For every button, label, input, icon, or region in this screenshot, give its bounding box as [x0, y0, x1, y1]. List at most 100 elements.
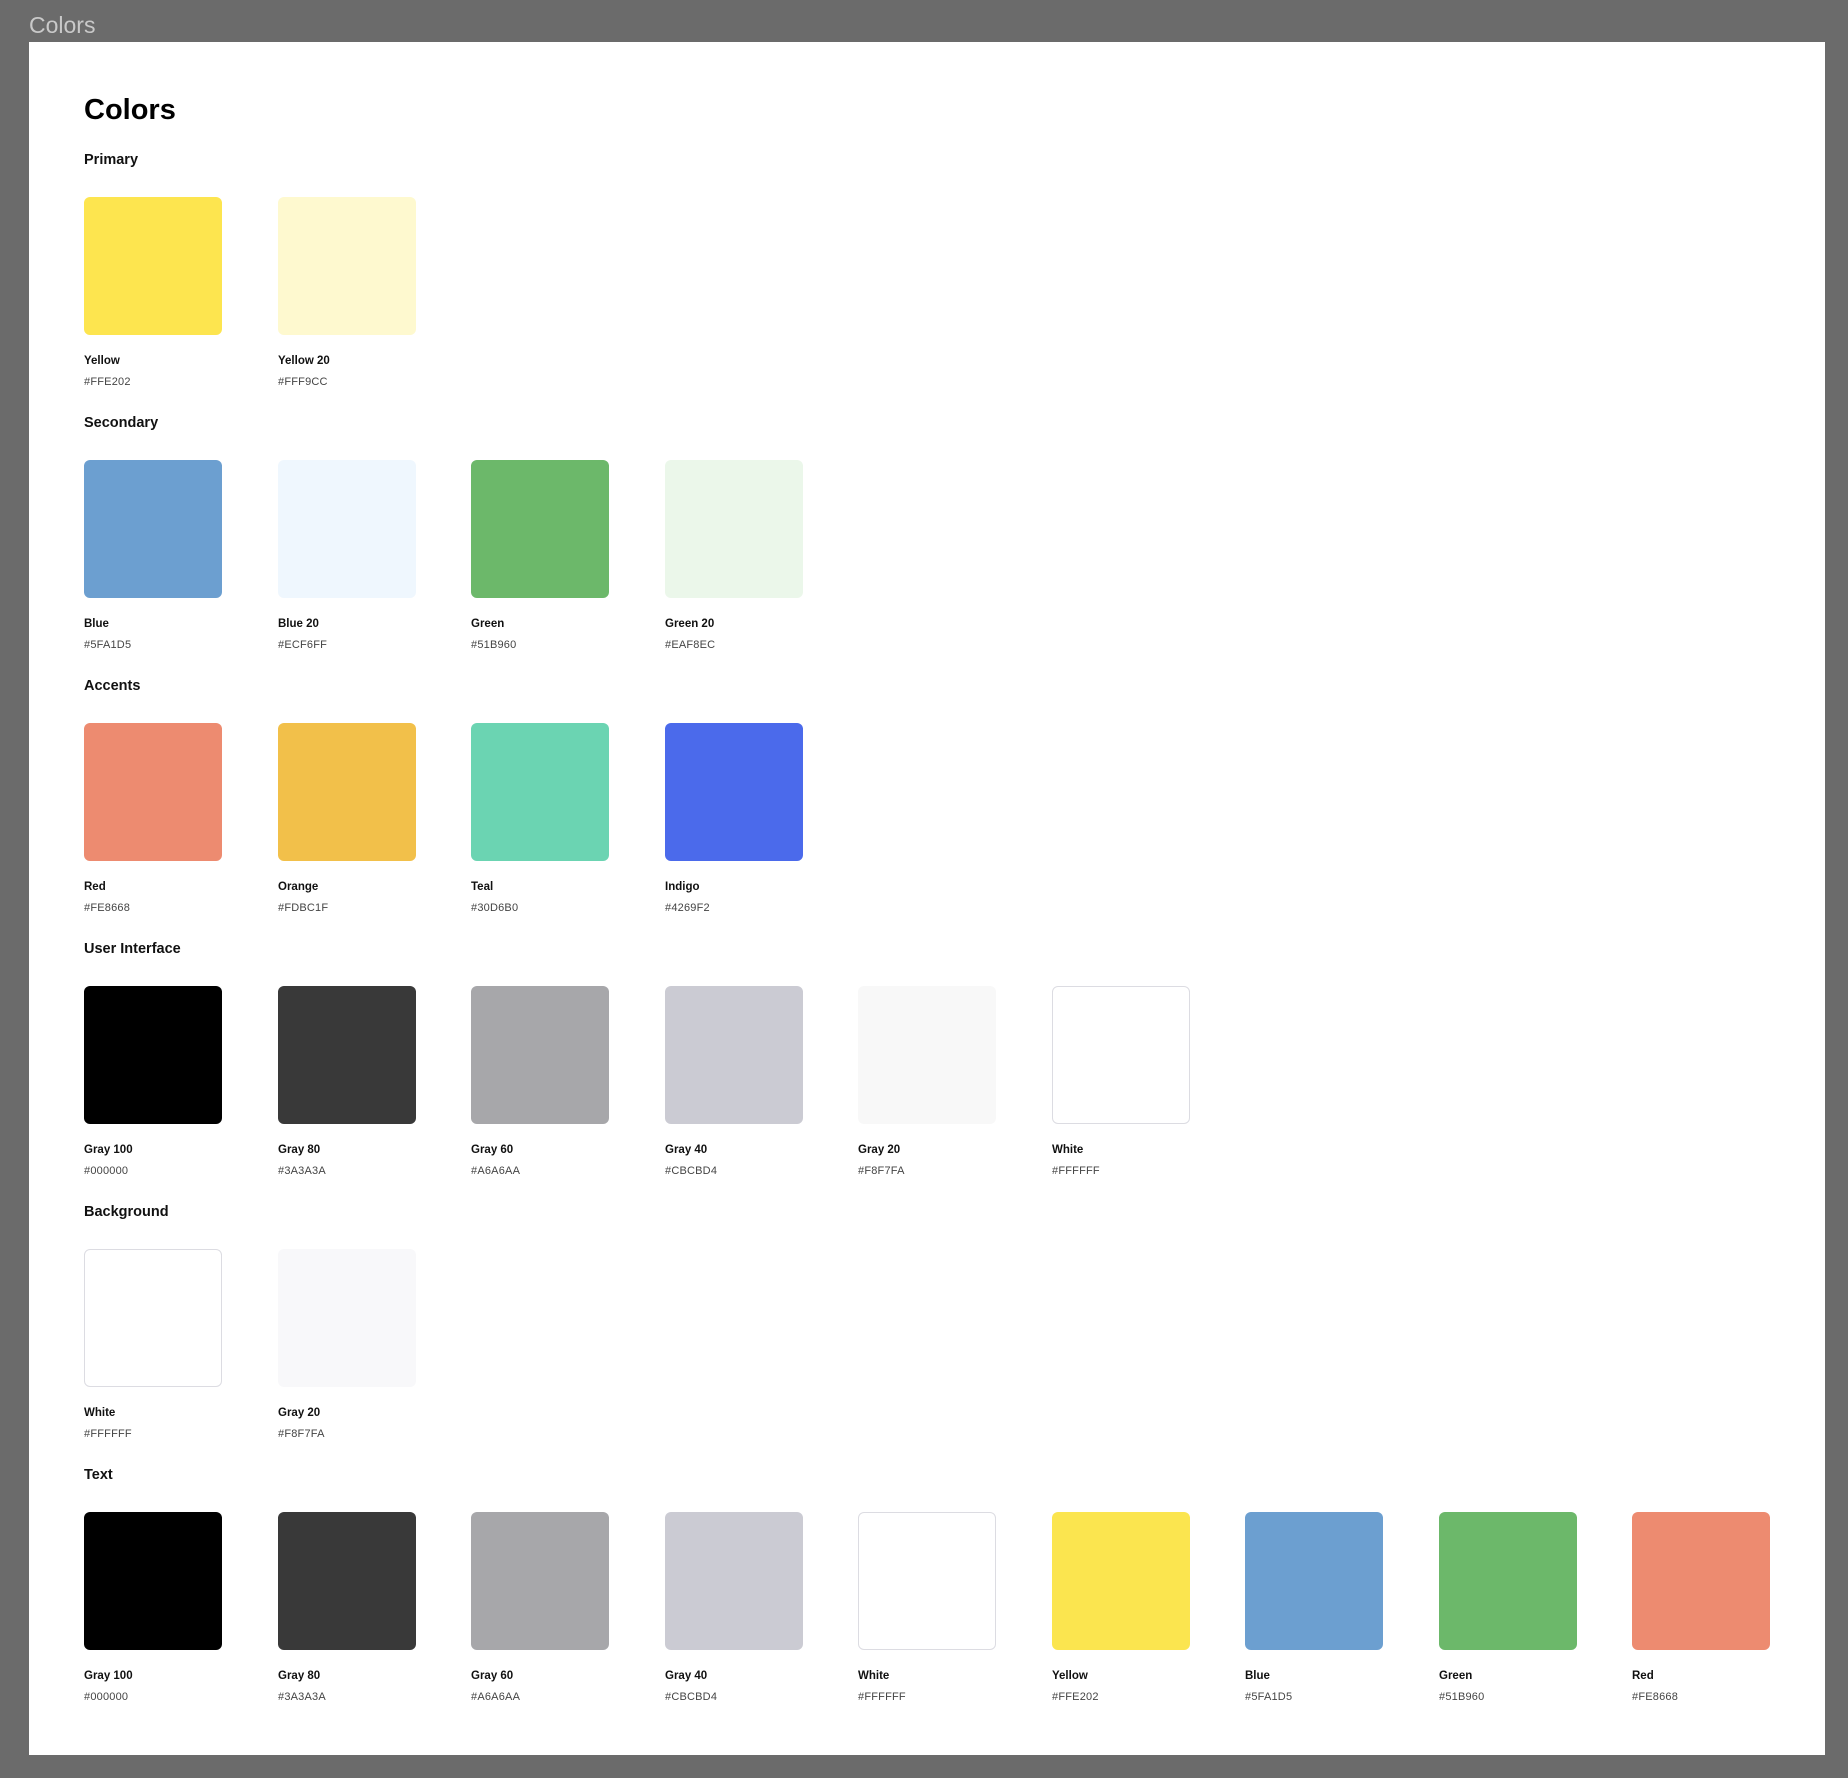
swatch-card[interactable]: Gray 20 #F8F7FA — [278, 1249, 418, 1440]
swatch-hex: #EAF8EC — [665, 639, 716, 651]
color-swatch — [665, 460, 803, 598]
section-heading-background: Background — [84, 1204, 169, 1220]
color-swatch — [278, 460, 416, 598]
swatch-card[interactable]: Indigo #4269F2 — [665, 723, 805, 914]
swatch-card[interactable]: Green #51B960 — [1439, 1512, 1579, 1703]
swatch-name: Gray 20 — [858, 1144, 901, 1156]
swatch-name: Green — [471, 618, 505, 630]
swatch-card[interactable]: Yellow #FFE202 — [1052, 1512, 1192, 1703]
color-swatch — [84, 723, 222, 861]
color-swatch — [278, 1249, 416, 1387]
swatch-name: Orange — [278, 881, 319, 893]
swatch-name: Red — [1632, 1670, 1654, 1682]
color-swatch — [471, 460, 609, 598]
swatch-card[interactable]: Gray 60 #A6A6AA — [471, 1512, 611, 1703]
swatch-hex: #CBCBD4 — [665, 1691, 718, 1703]
swatch-card[interactable]: Gray 100 #000000 — [84, 1512, 224, 1703]
swatch-hex: #ECF6FF — [278, 639, 328, 651]
section-heading-text: Text — [84, 1467, 113, 1483]
swatch-name: Green 20 — [665, 618, 715, 630]
swatch-card[interactable]: White #FFFFFF — [84, 1249, 224, 1440]
swatch-name: Teal — [471, 881, 494, 893]
color-swatch — [858, 986, 996, 1124]
swatch-card[interactable]: Gray 60 #A6A6AA — [471, 986, 611, 1177]
color-swatch — [84, 460, 222, 598]
swatch-card[interactable]: Gray 40 #CBCBD4 — [665, 986, 805, 1177]
section-heading-secondary: Secondary — [84, 415, 159, 431]
swatch-name: Gray 80 — [278, 1144, 321, 1156]
swatch-hex: #F8F7FA — [858, 1165, 905, 1177]
color-swatch — [665, 723, 803, 861]
color-swatch — [278, 197, 416, 335]
swatch-name: Indigo — [665, 881, 700, 893]
swatch-hex: #FFFFFF — [1052, 1165, 1100, 1177]
swatch-card[interactable]: Gray 100 #000000 — [84, 986, 224, 1177]
color-swatch — [278, 723, 416, 861]
swatch-card[interactable]: White #FFFFFF — [1052, 986, 1192, 1177]
swatch-card[interactable]: Green 20 #EAF8EC — [665, 460, 805, 651]
swatch-name: Gray 20 — [278, 1407, 321, 1419]
color-swatch — [665, 1512, 803, 1650]
swatch-name: Yellow — [1052, 1670, 1088, 1682]
swatch-name: Gray 60 — [471, 1144, 514, 1156]
swatch-card[interactable]: Teal #30D6B0 — [471, 723, 611, 914]
swatch-hex: #000000 — [84, 1691, 129, 1703]
color-palette-board: Colors Primary Yellow #FFE202 Yellow 20 … — [29, 42, 1825, 1755]
color-swatch — [1052, 986, 1190, 1124]
color-swatch — [1245, 1512, 1383, 1650]
swatch-hex: #FE8668 — [1632, 1691, 1679, 1703]
swatch-hex: #FFE202 — [84, 376, 131, 388]
swatch-card[interactable]: Blue #5FA1D5 — [84, 460, 224, 651]
frame-label: Colors — [29, 12, 96, 38]
color-swatch — [84, 1249, 222, 1387]
swatch-card[interactable]: White #FFFFFF — [858, 1512, 998, 1703]
section-heading-user-interface: User Interface — [84, 941, 181, 957]
swatch-hex: #FE8668 — [84, 902, 131, 914]
swatch-hex: #FFFFFF — [858, 1691, 906, 1703]
color-swatch — [84, 986, 222, 1124]
swatch-card[interactable]: Gray 80 #3A3A3A — [278, 1512, 418, 1703]
swatch-name: Gray 80 — [278, 1670, 321, 1682]
swatch-hex: #5FA1D5 — [84, 639, 132, 651]
swatch-name: Green — [1439, 1670, 1473, 1682]
swatch-name: Gray 60 — [471, 1670, 514, 1682]
color-swatch — [1439, 1512, 1577, 1650]
swatch-card[interactable]: Blue #5FA1D5 — [1245, 1512, 1385, 1703]
swatch-name: Gray 40 — [665, 1144, 708, 1156]
swatch-card[interactable]: Yellow 20 #FFF9CC — [278, 197, 418, 388]
color-swatch — [84, 1512, 222, 1650]
section-heading-primary: Primary — [84, 152, 139, 168]
swatch-hex: #FFF9CC — [278, 376, 328, 388]
swatch-hex: #000000 — [84, 1165, 129, 1177]
swatch-hex: #FDBC1F — [278, 902, 329, 914]
swatch-card[interactable]: Blue 20 #ECF6FF — [278, 460, 418, 651]
swatch-card[interactable]: Gray 20 #F8F7FA — [858, 986, 998, 1177]
swatch-card[interactable]: Gray 40 #CBCBD4 — [665, 1512, 805, 1703]
swatch-card[interactable]: Red #FE8668 — [84, 723, 224, 914]
swatch-card[interactable]: Red #FE8668 — [1632, 1512, 1772, 1703]
color-swatch — [471, 723, 609, 861]
swatch-name: Yellow — [84, 355, 120, 367]
swatch-hex: #A6A6AA — [471, 1165, 521, 1177]
swatch-hex: #A6A6AA — [471, 1691, 521, 1703]
page-title: Colors — [84, 94, 176, 126]
swatch-name: Blue 20 — [278, 618, 319, 630]
swatch-name: Yellow 20 — [278, 355, 330, 367]
color-swatch — [858, 1512, 996, 1650]
color-swatch — [84, 197, 222, 335]
swatch-card[interactable]: Yellow #FFE202 — [84, 197, 224, 388]
color-swatch — [471, 986, 609, 1124]
color-swatch — [1632, 1512, 1770, 1650]
swatch-hex: #5FA1D5 — [1245, 1691, 1293, 1703]
swatch-name: Gray 100 — [84, 1670, 133, 1682]
swatch-name: Gray 40 — [665, 1670, 708, 1682]
swatch-hex: #3A3A3A — [278, 1165, 326, 1177]
swatch-hex: #51B960 — [1439, 1691, 1485, 1703]
swatch-card[interactable]: Green #51B960 — [471, 460, 611, 651]
swatch-name: White — [1052, 1144, 1084, 1156]
swatch-card[interactable]: Orange #FDBC1F — [278, 723, 418, 914]
color-swatch — [278, 1512, 416, 1650]
swatch-name: Gray 100 — [84, 1144, 133, 1156]
swatch-card[interactable]: Gray 80 #3A3A3A — [278, 986, 418, 1177]
swatch-hex: #4269F2 — [665, 902, 710, 914]
